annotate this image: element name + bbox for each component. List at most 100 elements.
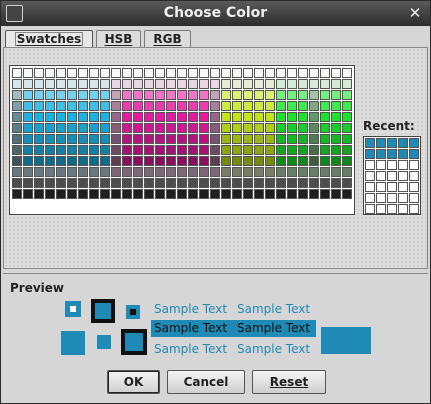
recent-swatch[interactable] (398, 193, 408, 203)
recent-swatch[interactable] (387, 149, 397, 159)
color-swatch[interactable] (34, 178, 44, 188)
color-swatch[interactable] (144, 134, 154, 144)
color-swatch[interactable] (155, 79, 165, 89)
color-swatch[interactable] (287, 134, 297, 144)
color-swatch[interactable] (23, 123, 33, 133)
color-swatch[interactable] (254, 134, 264, 144)
color-swatch[interactable] (331, 156, 341, 166)
color-swatch[interactable] (133, 156, 143, 166)
color-swatch[interactable] (276, 167, 286, 177)
color-swatch[interactable] (298, 134, 308, 144)
color-swatch[interactable] (122, 145, 132, 155)
color-swatch[interactable] (34, 101, 44, 111)
color-swatch[interactable] (276, 112, 286, 122)
color-swatch[interactable] (298, 112, 308, 122)
color-swatch[interactable] (309, 156, 319, 166)
color-swatch[interactable] (111, 134, 121, 144)
color-swatch[interactable] (166, 178, 176, 188)
color-swatch[interactable] (166, 90, 176, 100)
color-swatch[interactable] (254, 101, 264, 111)
color-swatch[interactable] (309, 68, 319, 78)
close-icon[interactable]: ✕ (406, 4, 424, 22)
tab-hsb[interactable]: HSB (96, 30, 141, 48)
color-swatch[interactable] (331, 134, 341, 144)
color-swatch[interactable] (331, 79, 341, 89)
recent-swatch[interactable] (398, 182, 408, 192)
color-swatch[interactable] (232, 123, 242, 133)
color-swatch[interactable] (221, 134, 231, 144)
color-swatch[interactable] (45, 68, 55, 78)
color-swatch[interactable] (166, 123, 176, 133)
color-swatch[interactable] (320, 123, 330, 133)
color-swatch[interactable] (298, 68, 308, 78)
color-swatch[interactable] (199, 145, 209, 155)
color-swatch[interactable] (232, 79, 242, 89)
color-swatch[interactable] (287, 112, 297, 122)
color-swatch[interactable] (155, 101, 165, 111)
color-swatch[interactable] (265, 68, 275, 78)
color-swatch[interactable] (89, 167, 99, 177)
color-swatch[interactable] (67, 189, 77, 199)
color-swatch[interactable] (122, 101, 132, 111)
color-swatch[interactable] (144, 112, 154, 122)
color-swatch[interactable] (199, 123, 209, 133)
color-swatch[interactable] (331, 178, 341, 188)
color-swatch[interactable] (122, 189, 132, 199)
color-swatch[interactable] (254, 189, 264, 199)
color-swatch[interactable] (100, 145, 110, 155)
color-swatch[interactable] (23, 68, 33, 78)
color-swatch[interactable] (243, 101, 253, 111)
color-swatch[interactable] (265, 167, 275, 177)
color-swatch[interactable] (199, 167, 209, 177)
color-swatch[interactable] (166, 68, 176, 78)
color-swatch[interactable] (122, 90, 132, 100)
recent-swatch[interactable] (409, 149, 419, 159)
color-swatch[interactable] (243, 79, 253, 89)
color-swatch[interactable] (67, 134, 77, 144)
recent-swatch[interactable] (409, 160, 419, 170)
color-swatch[interactable] (12, 101, 22, 111)
recent-swatch[interactable] (376, 149, 386, 159)
color-swatch[interactable] (155, 134, 165, 144)
color-swatch[interactable] (210, 68, 220, 78)
color-swatch[interactable] (89, 145, 99, 155)
color-swatch[interactable] (144, 167, 154, 177)
color-swatch[interactable] (320, 68, 330, 78)
color-swatch[interactable] (34, 112, 44, 122)
color-swatch[interactable] (221, 167, 231, 177)
color-swatch[interactable] (331, 101, 341, 111)
color-swatch[interactable] (56, 178, 66, 188)
color-swatch[interactable] (67, 167, 77, 177)
color-swatch[interactable] (199, 79, 209, 89)
color-swatch[interactable] (144, 123, 154, 133)
color-swatch[interactable] (254, 79, 264, 89)
color-swatch[interactable] (23, 189, 33, 199)
color-swatch[interactable] (67, 123, 77, 133)
color-swatch[interactable] (166, 79, 176, 89)
color-swatch[interactable] (243, 68, 253, 78)
color-swatch[interactable] (67, 90, 77, 100)
color-swatch[interactable] (210, 156, 220, 166)
color-swatch[interactable] (320, 101, 330, 111)
color-swatch[interactable] (133, 68, 143, 78)
color-swatch[interactable] (254, 123, 264, 133)
color-swatch[interactable] (309, 90, 319, 100)
color-swatch[interactable] (254, 145, 264, 155)
color-swatch[interactable] (133, 134, 143, 144)
color-swatch[interactable] (309, 79, 319, 89)
color-swatch[interactable] (232, 68, 242, 78)
color-swatch[interactable] (342, 68, 352, 78)
color-swatch[interactable] (89, 189, 99, 199)
color-swatch[interactable] (100, 101, 110, 111)
color-swatch[interactable] (265, 112, 275, 122)
color-swatch[interactable] (100, 167, 110, 177)
color-swatch[interactable] (177, 68, 187, 78)
color-swatch[interactable] (199, 178, 209, 188)
color-swatch[interactable] (34, 156, 44, 166)
color-swatch[interactable] (232, 112, 242, 122)
color-swatch[interactable] (78, 101, 88, 111)
color-swatch[interactable] (45, 112, 55, 122)
color-swatch[interactable] (155, 167, 165, 177)
color-swatch[interactable] (45, 178, 55, 188)
recent-swatch[interactable] (398, 171, 408, 181)
